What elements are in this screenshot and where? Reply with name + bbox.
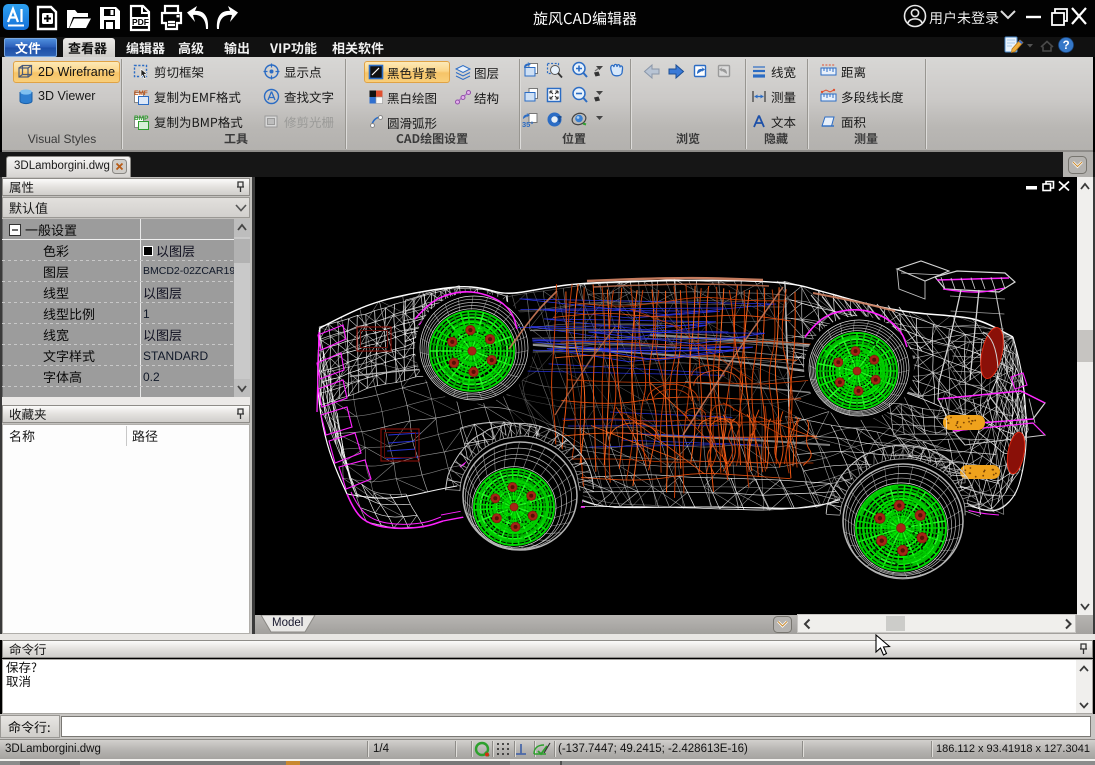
svg-text:35°: 35° (522, 120, 533, 129)
svg-text:EMF: EMF (134, 90, 148, 97)
svg-text:?: ? (1063, 40, 1070, 52)
svg-text:PDF: PDF (132, 17, 149, 27)
svg-text:BMP: BMP (134, 115, 149, 122)
